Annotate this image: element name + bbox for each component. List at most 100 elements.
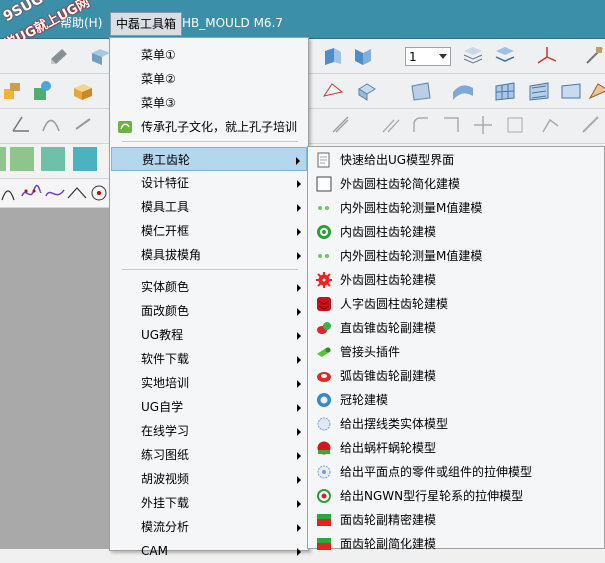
color-swatch[interactable] [0, 147, 6, 171]
menu-item-software-download[interactable]: 软件下载 [111, 347, 307, 371]
measure-icon[interactable] [584, 45, 605, 67]
menu-item-draft-angle[interactable]: 模具拔模角 [111, 243, 307, 267]
submenu-item-label: 给出摆线类实体模型 [340, 417, 449, 431]
box-icon[interactable] [72, 80, 94, 102]
sketch-offset-icon[interactable] [330, 114, 352, 136]
layer-select[interactable]: 1 [405, 47, 451, 66]
submenu-item[interactable]: 内齿圆柱齿轮建模 [308, 220, 604, 244]
dots-icon [318, 206, 329, 210]
submenu-item[interactable]: 管接头插件 [308, 340, 604, 364]
face-blend-icon[interactable] [560, 80, 582, 102]
grid-surface-icon[interactable] [588, 80, 605, 102]
submenu-item[interactable]: 给出平面点的零件或组件的拉伸模型 [308, 460, 604, 484]
mesh-surface-icon[interactable] [494, 80, 516, 102]
menu-item-ug-selfstudy[interactable]: UG自学 [111, 395, 307, 419]
submenu-item[interactable]: 直齿锥齿轮副建模 [308, 316, 604, 340]
submenu-item[interactable]: 弧齿锥齿轮副建模 [308, 364, 604, 388]
submenu-item[interactable]: 快速给出UG模型界面 [308, 148, 604, 172]
menu-item-label: UG自学 [141, 400, 184, 414]
menu-item-label: 模具工具 [141, 200, 190, 214]
submenu-item[interactable]: 面齿轮副简化建模 [308, 532, 604, 556]
submenu-arrow-icon [297, 452, 301, 460]
scale-icon[interactable] [504, 114, 526, 136]
submenu-item[interactable]: 面齿轮副精密建模 [308, 508, 604, 532]
sheet-icon[interactable] [410, 80, 432, 102]
submenu-arrow-icon [297, 500, 301, 508]
menu-item-solid-color[interactable]: 实体颜色 [111, 275, 307, 299]
menu-item-hubo-video[interactable]: 胡波视频 [111, 467, 307, 491]
extend-icon[interactable] [72, 113, 94, 135]
menu-item-gear[interactable]: 费工齿轮 [111, 147, 307, 171]
menu-item-plugin-download[interactable]: 外挂下载 [111, 491, 307, 515]
bevel-gear-icon [317, 322, 331, 334]
curve-icon[interactable] [44, 182, 66, 204]
menu-item-face-color[interactable]: 面改颜色 [111, 299, 307, 323]
color-swatch[interactable] [41, 147, 65, 171]
patch-icon[interactable] [356, 80, 378, 102]
edit-curve-icon[interactable] [580, 114, 602, 136]
sweep-curve-icon[interactable] [540, 114, 562, 136]
submenu-item-label: 内外圆柱齿轮测量M值建模 [340, 249, 483, 263]
menu-item-label: 费工齿轮 [142, 153, 191, 167]
datum-icon[interactable] [30, 80, 52, 102]
pencil-solid-icon[interactable] [48, 45, 70, 67]
extrude-icon[interactable] [322, 45, 344, 67]
chevron-down-icon [439, 54, 447, 59]
menu-item-mold-tools[interactable]: 模具工具 [111, 195, 307, 219]
point-line-icon[interactable] [66, 182, 88, 204]
menu-item-ug-tutorial[interactable]: UG教程 [111, 323, 307, 347]
feature-icon[interactable] [2, 80, 24, 102]
layer-value: 1 [409, 50, 417, 64]
submenu-arrow-icon [297, 308, 301, 316]
menu-hb-mould[interactable]: HB_MOULD M6.7 [182, 15, 283, 31]
layer-settings-icon[interactable] [462, 45, 484, 67]
graphics-window[interactable] [0, 208, 110, 549]
through-curves-icon[interactable] [528, 80, 550, 102]
submenu-item[interactable]: 内外圆柱齿轮测量M值建模 [308, 196, 604, 220]
trim-icon[interactable] [40, 113, 62, 135]
move-icon[interactable] [472, 114, 494, 136]
color-swatch[interactable] [10, 147, 34, 171]
crown-gear-icon [317, 393, 331, 407]
layers-icon[interactable] [494, 45, 516, 67]
surface-icon[interactable] [322, 80, 344, 102]
menu-item-practice-drawings[interactable]: 练习图纸 [111, 443, 307, 467]
swept-icon[interactable] [452, 80, 474, 102]
menu-toolbox[interactable]: 中磊工具箱 [110, 12, 183, 36]
submenu-arrow-icon [297, 428, 301, 436]
point-icon[interactable] [88, 182, 110, 204]
color-swatch[interactable] [73, 147, 97, 171]
menu-item-core-frame[interactable]: 模仁开框 [111, 219, 307, 243]
submenu-arrow-icon [297, 252, 301, 260]
revolve-icon[interactable] [352, 45, 374, 67]
submenu-item[interactable]: 给出蜗杆蜗轮模型 [308, 436, 604, 460]
submenu-item[interactable]: 给出NGWN型行星轮系的拉伸模型 [308, 484, 604, 508]
menu-item-3[interactable]: 菜单③ [111, 91, 307, 115]
arc-icon[interactable] [0, 182, 22, 204]
submenu-item-label: 直齿锥齿轮副建模 [340, 321, 437, 335]
submenu-item[interactable]: 内外圆柱齿轮测量M值建模 [308, 244, 604, 268]
submenu-item[interactable]: 给出摆线类实体模型 [308, 412, 604, 436]
submenu-arrow-icon [296, 157, 300, 165]
menu-item-label: 在线学习 [141, 424, 190, 438]
mirror-curve-icon[interactable] [380, 114, 402, 136]
menu-item-mold-flow[interactable]: 模流分析 [111, 515, 307, 539]
menu-item-2[interactable]: 菜单② [111, 67, 307, 91]
submenu-item[interactable]: 外齿圆柱齿轮建模 [308, 268, 604, 292]
menu-item-label: 设计特征 [141, 176, 190, 190]
menu-item-promo[interactable]: 传承孔子文化，就上孔子培训 [111, 115, 307, 139]
submenu-item-label: 内齿圆柱齿轮建模 [340, 225, 437, 239]
wcs-icon[interactable] [536, 45, 558, 67]
spline-icon[interactable] [20, 182, 42, 204]
submenu-item[interactable]: 外齿圆柱齿轮简化建模 [308, 172, 604, 196]
menu-item-design-feature[interactable]: 设计特征 [111, 171, 307, 195]
submenu-item[interactable]: 冠轮建模 [308, 388, 604, 412]
menu-item-1[interactable]: 菜单① [111, 43, 307, 67]
menu-item-onsite-training[interactable]: 实地培训 [111, 371, 307, 395]
chamfer-curve-icon[interactable] [440, 114, 462, 136]
submenu-item[interactable]: 人字齿圆柱齿轮建模 [308, 292, 604, 316]
menu-item-online-learning[interactable]: 在线学习 [111, 419, 307, 443]
angle-icon[interactable] [10, 113, 32, 135]
menu-item-cam[interactable]: CAM [111, 539, 307, 563]
fillet-curve-icon[interactable] [410, 114, 432, 136]
